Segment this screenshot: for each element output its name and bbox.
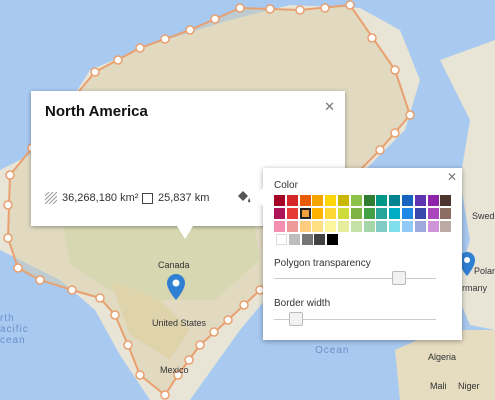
map-marker-pin-icon[interactable] (167, 274, 185, 300)
area-value: 36,268,180 km² (62, 192, 139, 204)
color-swatch[interactable] (402, 221, 413, 232)
map-label-niger: Niger (458, 381, 480, 391)
map-label-mexico: Mexico (160, 365, 189, 375)
perimeter-stat: 25,837 km (142, 192, 209, 204)
color-swatch[interactable] (301, 234, 313, 245)
color-swatch[interactable] (312, 221, 324, 232)
color-swatch[interactable] (440, 221, 452, 232)
color-swatch[interactable] (276, 234, 287, 245)
square-outline-icon (142, 192, 153, 204)
paint-bucket-icon[interactable] (236, 190, 252, 204)
color-swatch[interactable] (363, 195, 375, 206)
color-swatch[interactable] (325, 195, 337, 206)
close-icon[interactable]: ✕ (324, 99, 335, 115)
color-swatch[interactable] (389, 208, 401, 219)
color-swatch[interactable] (274, 195, 285, 206)
border-width-slider[interactable] (288, 312, 303, 326)
color-swatch[interactable] (414, 208, 426, 219)
color-swatch[interactable] (440, 208, 452, 219)
color-swatch[interactable] (338, 208, 349, 219)
color-swatch[interactable] (286, 221, 298, 232)
map-label-united-states: United States (152, 318, 207, 328)
border-width-label: Border width (274, 298, 331, 309)
color-swatch[interactable] (376, 221, 388, 232)
transparency-track (274, 278, 436, 279)
color-swatch[interactable] (427, 195, 439, 206)
color-swatch[interactable] (325, 208, 337, 219)
color-swatch[interactable] (376, 195, 388, 206)
color-swatch[interactable] (389, 221, 401, 232)
color-swatch[interactable] (414, 195, 426, 206)
map-label-germany: rmany (462, 283, 488, 293)
color-swatch[interactable] (414, 221, 426, 232)
perimeter-value: 25,837 km (158, 192, 210, 204)
style-panel-tail (253, 188, 263, 206)
area-hatch-icon (45, 192, 57, 204)
map-label-poland: Polan (474, 266, 495, 276)
color-swatch[interactable] (363, 221, 375, 232)
color-swatch[interactable] (402, 208, 413, 219)
color-swatch[interactable] (363, 208, 375, 219)
color-swatch[interactable] (376, 208, 388, 219)
map-label-pacific-ocean: rth acific cean (0, 313, 29, 346)
area-stat: 36,268,180 km² (45, 192, 138, 204)
color-swatch[interactable] (350, 208, 362, 219)
color-swatch[interactable] (314, 234, 326, 245)
color-swatch[interactable] (327, 234, 339, 245)
color-swatch[interactable] (325, 221, 337, 232)
map-label-sweden: Swede (472, 211, 495, 221)
transparency-slider[interactable] (392, 271, 407, 285)
color-swatch[interactable] (274, 208, 285, 219)
color-swatch[interactable] (299, 221, 311, 232)
transparency-label: Polygon transparency (274, 258, 371, 269)
style-panel: ✕ Color Polygon transparency Border widt… (253, 168, 462, 340)
color-swatch[interactable] (286, 208, 298, 219)
info-window-tail (177, 226, 193, 239)
color-swatch[interactable] (299, 195, 311, 206)
close-icon[interactable]: ✕ (447, 170, 457, 184)
color-swatch[interactable] (338, 195, 349, 206)
map-label-canada: Canada (158, 260, 190, 270)
color-label: Color (274, 180, 298, 191)
color-swatch[interactable] (312, 208, 324, 219)
map-label-mali: Mali (430, 381, 447, 391)
color-swatch[interactable] (402, 195, 413, 206)
color-swatch[interactable] (350, 195, 362, 206)
color-swatch[interactable] (440, 195, 452, 206)
info-window-title: North America (45, 103, 148, 120)
color-swatch[interactable] (389, 195, 401, 206)
color-swatch[interactable] (350, 221, 362, 232)
map-label-algeria: Algeria (428, 352, 457, 362)
color-swatch[interactable] (312, 195, 324, 206)
color-swatch[interactable] (427, 208, 439, 219)
color-swatch[interactable] (427, 221, 439, 232)
color-swatch[interactable] (286, 195, 298, 206)
color-swatch[interactable] (299, 208, 311, 219)
color-swatch[interactable] (274, 221, 285, 232)
color-swatch[interactable] (288, 234, 300, 245)
color-swatch[interactable] (338, 221, 349, 232)
map-label-atlantic-ocean: Ocean (315, 345, 350, 356)
